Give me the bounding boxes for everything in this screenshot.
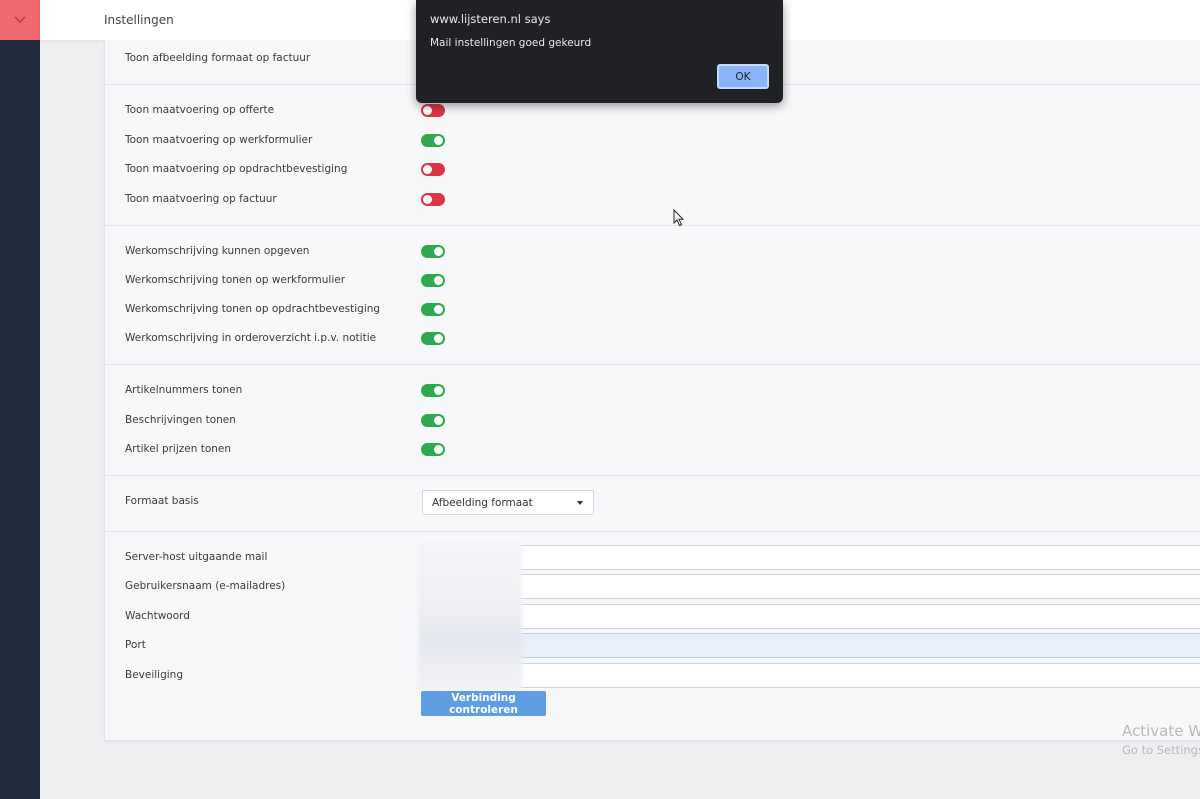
toggle-artikelnummers[interactable] — [421, 384, 445, 397]
activation-watermark-subtitle: Go to Settings — [1122, 743, 1200, 757]
setting-label-format: Formaat basis — [125, 495, 199, 507]
setting-label: Artikelnummers tonen — [125, 384, 243, 396]
password-input[interactable] — [421, 604, 1200, 629]
username-input[interactable] — [421, 574, 1200, 599]
page-title: Instellingen — [104, 13, 174, 27]
toggle-werkomschrijving-werkformulier[interactable] — [421, 274, 445, 287]
chevron-down-icon — [14, 16, 26, 24]
toggle-beschrijvingen[interactable] — [421, 414, 445, 427]
setting-label: Werkomschrijving tonen op opdrachtbevest… — [125, 303, 381, 315]
toggle-maatvoering-opdrachtbevestiging[interactable] — [421, 163, 445, 176]
activation-watermark-title: Activate W — [1122, 722, 1200, 740]
dialog-message: Mail instellingen goed gekeurd — [430, 37, 592, 49]
toggle-werkomschrijving-orderoverzicht[interactable] — [421, 332, 445, 345]
divider — [105, 225, 1200, 226]
smtp-host-input[interactable] — [421, 545, 1200, 570]
setting-label: Werkomschrijving tonen op werkformulier — [125, 274, 346, 286]
setting-label: Beschrijvingen tonen — [125, 414, 236, 426]
caret-down-icon — [577, 501, 583, 505]
toggle-maatvoering-werkformulier[interactable] — [421, 134, 445, 147]
port-input[interactable] — [421, 633, 1200, 658]
setting-label-image-format-invoice: Toon afbeelding formaat op factuur — [125, 52, 311, 64]
setting-label: Toon maatvoering op werkformulier — [125, 134, 313, 146]
toggle-artikel-prijzen[interactable] — [421, 443, 445, 456]
setting-label: Toon maatvoering op opdrachtbevestiging — [125, 163, 348, 175]
setting-label: Toon maatvoering op factuur — [125, 193, 277, 205]
format-select-value: Afbeelding formaat — [432, 497, 533, 509]
dialog-title: www.lijsteren.nl says — [430, 12, 551, 26]
alert-dialog: www.lijsteren.nl says Mail instellingen … — [416, 0, 783, 103]
mail-field-label: Gebruikersnaam (e-mailadres) — [125, 580, 286, 592]
dialog-ok-button[interactable]: OK — [717, 64, 769, 89]
divider — [105, 475, 1200, 476]
toggle-maatvoering-offerte[interactable] — [421, 104, 445, 117]
toggle-werkomschrijving-opgeven[interactable] — [421, 245, 445, 258]
mail-field-label: Wachtwoord — [125, 610, 190, 622]
setting-label: Werkomschrijving kunnen opgeven — [125, 245, 310, 257]
redacted-values — [419, 541, 522, 692]
mail-field-label: Server-host uitgaande mail — [125, 551, 268, 563]
setting-label: Artikel prijzen tonen — [125, 443, 232, 455]
sidebar-toggle-button[interactable] — [0, 0, 40, 40]
mail-field-label: Port — [125, 639, 146, 651]
divider — [105, 531, 1200, 532]
divider — [105, 364, 1200, 365]
toggle-werkomschrijving-opdrachtbevestiging[interactable] — [421, 303, 445, 316]
format-select[interactable]: Afbeelding formaat — [422, 490, 594, 515]
setting-label: Werkomschrijving in orderoverzicht i.p.v… — [125, 332, 377, 344]
mail-field-label: Beveiliging — [125, 669, 183, 681]
check-connection-button[interactable]: Verbinding controleren — [421, 691, 546, 716]
mouse-cursor-icon — [673, 209, 685, 227]
setting-label: Toon maatvoering op offerte — [125, 104, 275, 116]
toggle-maatvoering-factuur[interactable] — [421, 193, 445, 206]
security-input[interactable] — [421, 663, 1200, 688]
sidebar — [0, 0, 40, 799]
